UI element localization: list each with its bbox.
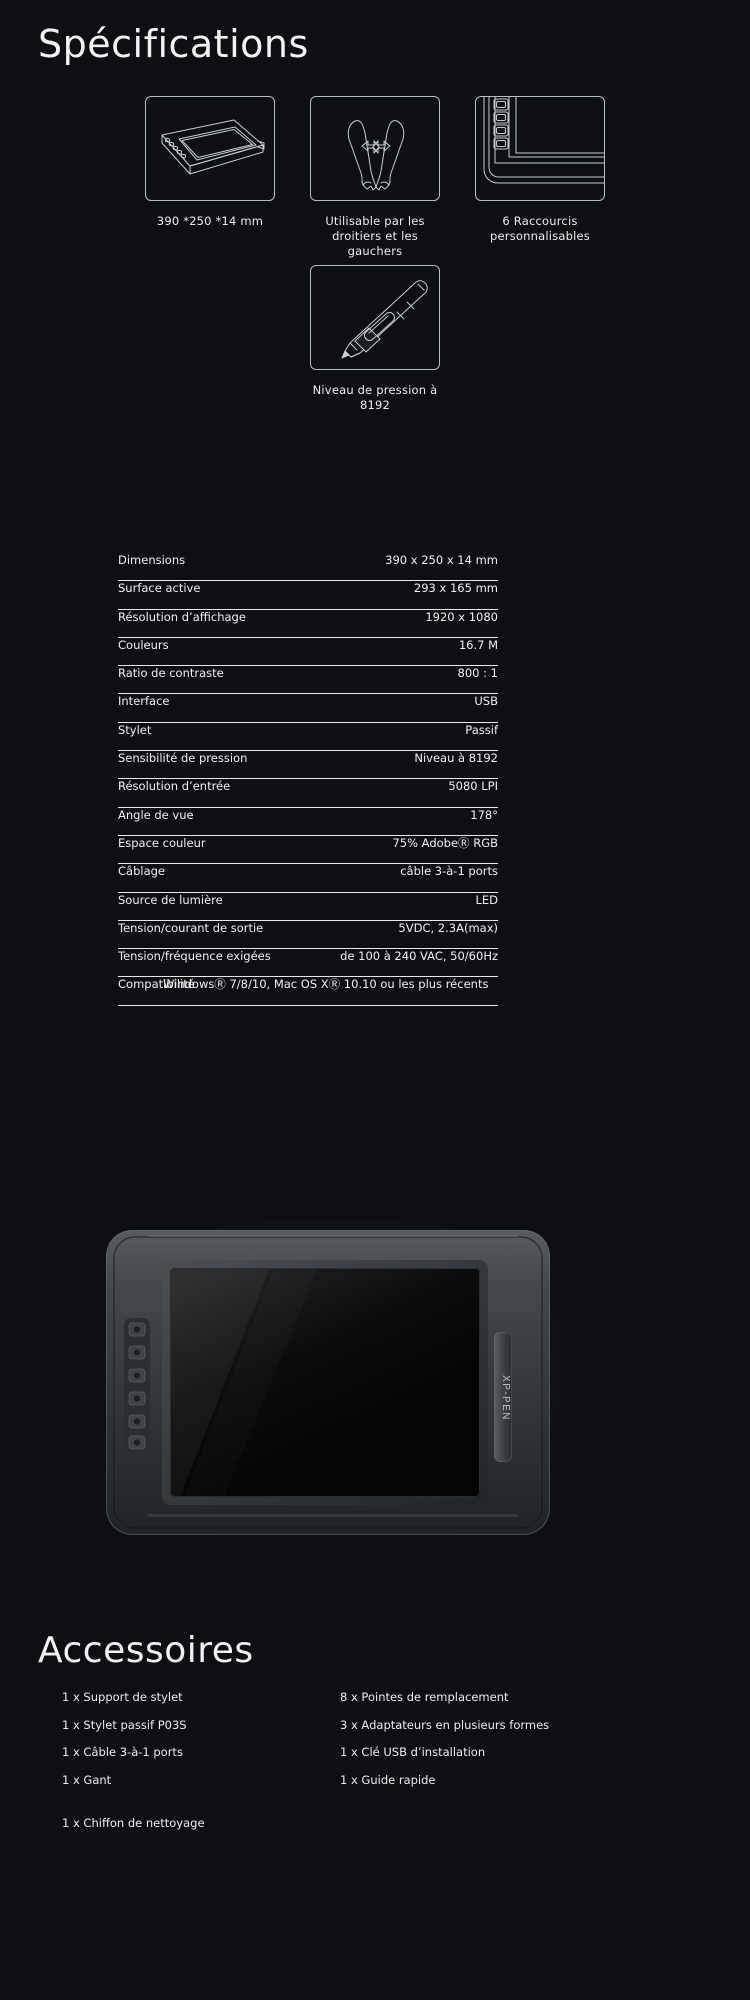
feature-card-dimensions: 390 *250 *14 mm bbox=[145, 96, 275, 259]
page-title-specifications: Spécifications bbox=[38, 22, 309, 66]
feature-caption: Utilisable par les droitiers et les gauch… bbox=[325, 214, 425, 258]
spec-row: Source de lumière LED bbox=[118, 893, 498, 921]
two-hands-arrow-icon bbox=[310, 96, 440, 201]
spec-row: Tension/fréquence exigées de 100 à 240 VA… bbox=[118, 949, 498, 978]
spec-row: Dimensions 390 x 250 x 14 mm bbox=[118, 553, 498, 582]
spec-row: Surface active 293 x 165 mm bbox=[118, 581, 498, 610]
spec-row: Câblage câble 3-à-1 ports bbox=[118, 864, 498, 893]
spec-row: Interface USB bbox=[118, 694, 498, 723]
spec-value: Niveau à 8192 bbox=[414, 751, 498, 766]
tablet-isometric-icon bbox=[145, 96, 275, 201]
feature-card-handedness: Utilisable par les droitiers et les gauch… bbox=[310, 96, 440, 259]
spec-label: Interface bbox=[118, 694, 170, 709]
list-item: 1 x Câble 3-à-1 ports bbox=[62, 1745, 183, 1759]
list-item: 1 x Gant bbox=[62, 1772, 112, 1787]
stylus-pen-icon bbox=[310, 265, 440, 370]
spec-value: WindowsⓇ 7/8/10, Mac OS XⓇ 10.10 ou les … bbox=[163, 977, 489, 992]
spec-label: Ratio de contraste bbox=[118, 666, 224, 681]
spec-label: Résolution d’affichage bbox=[118, 609, 246, 624]
spec-value: 390 x 250 x 14 mm bbox=[385, 553, 498, 567]
tablet-shortcut-keys-icon bbox=[475, 96, 605, 201]
feature-caption: 390 *250 *14 mm bbox=[156, 214, 264, 228]
spec-row: Résolution d’entrée 5080 LPI bbox=[118, 779, 498, 808]
spec-value: 16.7 M bbox=[458, 637, 498, 652]
feature-icon-row-top: 390 *250 *14 mm Utilisable par les droiti… bbox=[0, 96, 750, 259]
spec-value: câble 3-à-1 ports bbox=[400, 864, 498, 879]
spec-value: 800 : 1 bbox=[457, 666, 498, 681]
spec-row: Angle de vue 178° bbox=[118, 808, 498, 836]
spec-label: Câblage bbox=[118, 864, 165, 879]
spec-value: 1920 x 1080 bbox=[425, 609, 498, 624]
list-item: 1 x Chiffon de nettoyage bbox=[62, 1816, 205, 1830]
spec-label: Résolution d’entrée bbox=[118, 779, 231, 794]
spec-label: Espace couleur bbox=[118, 835, 206, 850]
spec-value: USB bbox=[474, 694, 498, 709]
specifications-page: Spécifications 390 *250 *14 mm Utilisabl… bbox=[0, 0, 750, 2000]
spec-label: Dimensions bbox=[118, 553, 186, 567]
spec-row: Ratio de contraste 800 : 1 bbox=[118, 666, 498, 695]
feature-icon-row-bottom: Niveau de pression à 8192 bbox=[0, 265, 750, 413]
spec-row: Couleurs 16.7 M bbox=[118, 637, 498, 667]
spec-label: Tension/fréquence exigées bbox=[118, 949, 271, 964]
spec-value: LED bbox=[475, 892, 498, 907]
spec-label: Tension/courant de sortie bbox=[118, 920, 264, 935]
spec-row: Compatibilité WindowsⓇ 7/8/10, Mac OS XⓇ … bbox=[118, 977, 498, 1006]
spec-label: Angle de vue bbox=[118, 807, 194, 822]
spec-label: Couleurs bbox=[118, 637, 169, 652]
specifications-table: Dimensions 390 x 250 x 14 mm Surface activ… bbox=[118, 553, 498, 1006]
spec-value: 293 x 165 mm bbox=[413, 581, 498, 596]
spec-value: Passif bbox=[465, 722, 498, 737]
list-item: 1 x Stylet passif P03S bbox=[62, 1717, 187, 1732]
feature-card-pressure: Niveau de pression à 8192 bbox=[310, 265, 440, 413]
list-item: 1 x Guide rapide bbox=[340, 1772, 436, 1787]
spec-row: Stylet Passif bbox=[118, 722, 498, 752]
spec-label: Surface active bbox=[118, 581, 201, 596]
spec-label: Sensibilité de pression bbox=[118, 751, 248, 766]
product-photo-tablet-display: XP-PEN bbox=[83, 1207, 583, 1557]
feature-caption: 6 Raccourcis personnalisables bbox=[490, 214, 590, 243]
spec-label: Source de lumière bbox=[118, 892, 223, 907]
list-item: 1 x Clé USB d’installation bbox=[340, 1745, 486, 1759]
spec-value: de 100 à 240 VAC, 50/60Hz bbox=[340, 949, 498, 964]
feature-caption: Niveau de pression à 8192 bbox=[312, 383, 438, 412]
spec-row: Tension/courant de sortie 5VDC, 2.3A(max) bbox=[118, 920, 498, 950]
accessories-column-right: 8 x Pointes de remplacement 3 x Adaptateu… bbox=[340, 1690, 549, 1800]
page-title-accessories: Accessoires bbox=[38, 1630, 254, 1671]
spec-value: 5VDC, 2.3A(max) bbox=[398, 920, 498, 935]
feature-card-shortcuts: 6 Raccourcis personnalisables bbox=[475, 96, 605, 259]
spec-value: 178° bbox=[470, 807, 498, 822]
spec-value: 5080 LPI bbox=[448, 779, 498, 794]
spec-label: Stylet bbox=[118, 722, 152, 737]
list-item: 1 x Support de stylet bbox=[62, 1690, 183, 1704]
list-item: 3 x Adaptateurs en plusieurs formes bbox=[340, 1717, 550, 1732]
list-item: 8 x Pointes de remplacement bbox=[340, 1690, 509, 1704]
spec-row: Résolution d’affichage 1920 x 1080 bbox=[118, 610, 498, 638]
spec-value: 75% AdobeⓇ RGB bbox=[392, 835, 498, 850]
spec-row: Sensibilité de pression Niveau à 8192 bbox=[118, 751, 498, 780]
spec-row: Espace couleur 75% AdobeⓇ RGB bbox=[118, 835, 498, 865]
brand-label: XP-PEN bbox=[500, 1375, 511, 1421]
accessories-column-left: 1 x Support de stylet 1 x Stylet passif P… bbox=[62, 1690, 205, 1844]
